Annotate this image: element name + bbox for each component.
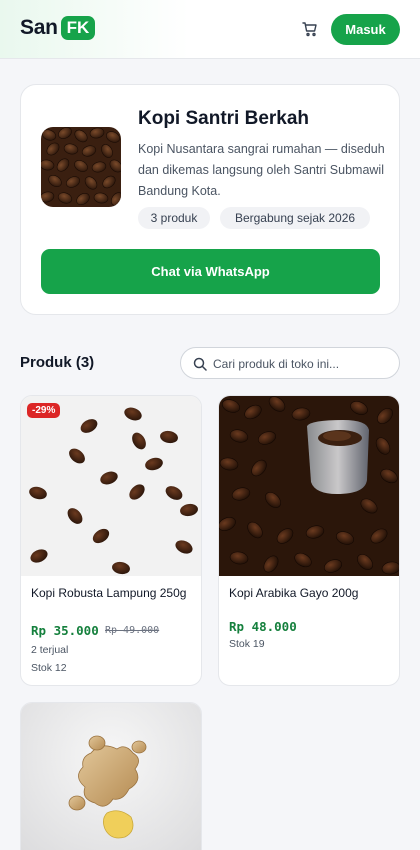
brand-badge: FK <box>60 16 96 40</box>
joined-badge: Bergabung sejak 2026 <box>220 207 370 229</box>
brand-text: San <box>20 16 58 39</box>
discount-badge: -29% <box>27 403 61 418</box>
product-card[interactable]: Kopi Arabika Gayo 200g Rp 48.000 Stok 19 <box>218 395 400 686</box>
login-button[interactable]: Masuk <box>331 14 400 45</box>
store-avatar <box>41 127 121 207</box>
product-search[interactable] <box>180 347 400 379</box>
product-price: Rp 35.000 <box>31 623 99 638</box>
product-stock: Stok 12 <box>31 662 67 674</box>
search-input[interactable] <box>213 354 393 374</box>
product-sold: 2 terjual <box>31 644 69 656</box>
product-name: Kopi Arabika Gayo 200g <box>229 586 359 600</box>
brand-logo[interactable]: San FK <box>20 16 96 40</box>
product-count-badge: 3 produk <box>138 207 210 229</box>
product-stock: Stok 19 <box>229 638 265 650</box>
store-name: Kopi Santri Berkah <box>138 108 310 129</box>
product-card[interactable]: -29% Kopi Robusta Lampung 250g Rp 35.000… <box>20 395 202 686</box>
store-description: Kopi Nusantara sangrai rumahan — diseduh… <box>138 142 385 198</box>
product-card[interactable] <box>20 702 202 850</box>
top-nav: San FK Masuk <box>0 0 420 59</box>
product-name: Kopi Robusta Lampung 250g <box>31 586 187 600</box>
whatsapp-chat-button[interactable]: Chat via WhatsApp <box>41 249 380 294</box>
product-old-price: Rp 49.000 <box>105 625 160 636</box>
product-image <box>21 396 201 576</box>
products-heading: Produk (3) <box>20 354 95 371</box>
product-price: Rp 48.000 <box>229 619 297 634</box>
product-image <box>219 396 399 576</box>
search-icon <box>193 357 207 371</box>
cart-icon[interactable] <box>302 21 318 37</box>
product-image <box>21 703 201 850</box>
store-card: Kopi Santri Berkah Kopi Nusantara sangra… <box>20 84 400 315</box>
